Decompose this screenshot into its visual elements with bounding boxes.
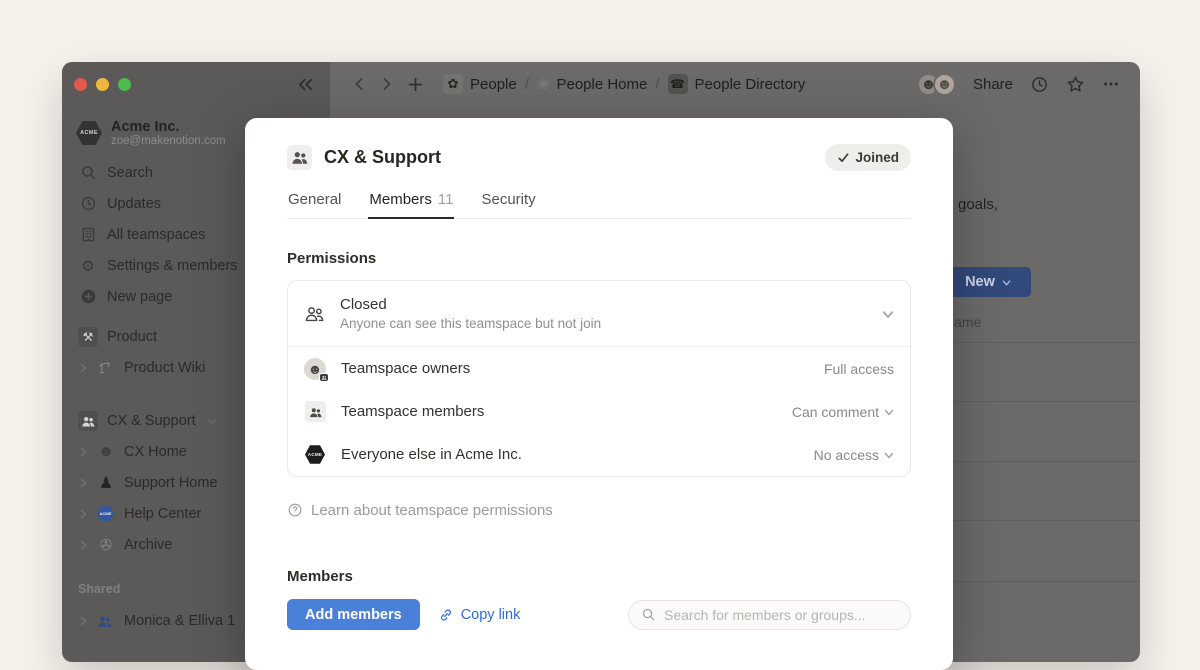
modal-title: CX & Support: [324, 147, 441, 168]
forward-icon[interactable]: [380, 77, 394, 91]
page-titlebar: ✿ People / ❀ People Home / ☎ People Dire…: [330, 62, 1140, 106]
crane-icon: [97, 360, 115, 375]
members-count: 11: [438, 191, 454, 208]
chevron-right-icon[interactable]: [78, 509, 88, 519]
everyone-access-select[interactable]: No access: [814, 447, 894, 463]
hammer-icon: ⚒: [78, 327, 98, 347]
chevron-right-icon[interactable]: [78, 447, 88, 457]
teamspace-settings-modal: CX & Support Joined General Members11 Se…: [245, 118, 953, 670]
star-icon[interactable]: [1066, 75, 1085, 94]
zoom-window-button[interactable]: [118, 78, 131, 91]
minimize-window-button[interactable]: [96, 78, 109, 91]
telephone-icon: ☎: [668, 74, 688, 94]
breadcrumb-item-people-home[interactable]: ❀ People Home: [537, 75, 647, 93]
permission-row-members: Teamspace members Can comment: [288, 390, 910, 433]
people-icon: [304, 401, 326, 422]
spider-web-icon: ✇: [97, 536, 115, 554]
plus-icon[interactable]: [408, 77, 423, 92]
members-heading: Members: [287, 568, 911, 586]
workspace-logo: ACME: [76, 120, 102, 146]
search-icon: [78, 164, 98, 181]
people-icon: [78, 411, 98, 431]
breadcrumb-item-people-directory[interactable]: ☎ People Directory: [668, 74, 806, 94]
close-window-button[interactable]: [74, 78, 87, 91]
access-level-description: Anyone can see this teamspace but not jo…: [340, 316, 601, 331]
back-icon[interactable]: [352, 77, 366, 91]
collaborator-avatars: ☻ ☻: [917, 73, 956, 96]
members-access-select[interactable]: Can comment: [792, 404, 894, 420]
building-icon: [78, 226, 98, 243]
chess-pawn-icon: ♟: [97, 473, 115, 493]
acme-badge-icon: ACME: [304, 445, 326, 465]
clock-icon[interactable]: [1030, 75, 1049, 94]
avatar: ☻: [933, 73, 956, 96]
acme-badge-icon: ACME: [97, 505, 115, 522]
access-level-title: Closed: [340, 296, 601, 313]
window-titlebar-left: [62, 62, 330, 106]
chevron-right-icon[interactable]: [78, 616, 88, 626]
owners-access-value: Full access: [824, 361, 894, 377]
permissions-panel: Closed Anyone can see this teamspace but…: [287, 280, 911, 477]
copy-link-button[interactable]: Copy link: [438, 607, 521, 623]
search-icon: [641, 607, 656, 622]
members-search: [628, 600, 911, 630]
permissions-heading: Permissions: [287, 250, 911, 268]
gear-icon: ⚙: [78, 257, 98, 275]
breadcrumb-item-people[interactable]: ✿ People: [443, 74, 517, 94]
access-level-select[interactable]: Closed Anyone can see this teamspace but…: [288, 281, 910, 347]
tab-general[interactable]: General: [287, 185, 342, 218]
share-button[interactable]: Share: [973, 76, 1013, 93]
plus-circle-icon: [78, 288, 98, 305]
chevron-right-icon[interactable]: [78, 363, 88, 373]
permission-row-owners: ☻ Teamspace owners Full access: [288, 347, 910, 390]
clock-icon: [78, 195, 98, 212]
people-outline-icon: [304, 304, 325, 323]
modal-tabs: General Members11 Security: [287, 185, 911, 219]
flower-page-icon: ✿: [443, 74, 463, 94]
chevron-down-icon: [882, 308, 894, 320]
workspace-email: zoe@makenotion.com: [111, 135, 226, 147]
chevron-down-icon[interactable]: [207, 416, 217, 426]
gorilla-icon: ☻: [97, 443, 115, 460]
chevron-right-icon[interactable]: [78, 540, 88, 550]
breadcrumb: ✿ People / ❀ People Home / ☎ People Dire…: [443, 74, 805, 94]
members-search-input[interactable]: [664, 607, 898, 623]
workspace-name: Acme Inc.: [111, 119, 226, 136]
potted-plant-icon: ❀: [537, 75, 550, 93]
add-members-button[interactable]: Add members: [287, 599, 420, 630]
tab-security[interactable]: Security: [480, 185, 536, 218]
tab-members[interactable]: Members11: [368, 185, 454, 219]
permissions-help-link[interactable]: Learn about teamspace permissions: [287, 500, 911, 520]
people-blue-icon: [97, 614, 115, 628]
permission-row-everyone-else: ACME Everyone else in Acme Inc. No acces…: [288, 433, 910, 476]
chevron-right-icon[interactable]: [78, 478, 88, 488]
joined-button[interactable]: Joined: [825, 144, 911, 171]
teamspace-people-icon: [287, 145, 312, 170]
dimmed-page-text: goals,: [958, 196, 998, 213]
more-options-icon[interactable]: [1102, 75, 1120, 93]
link-icon: [438, 607, 454, 623]
new-button-dimmed[interactable]: New: [945, 267, 1031, 297]
question-circle-icon: [287, 502, 303, 518]
collapse-sidebar-icon[interactable]: [297, 77, 314, 92]
owners-avatar: ☻: [304, 358, 326, 380]
